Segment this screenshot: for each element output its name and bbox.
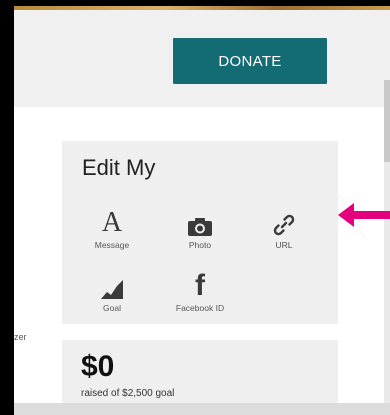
- edit-my-title: Edit My: [82, 155, 156, 180]
- letter-a-icon: A: [101, 207, 123, 238]
- edit-url-label: URL: [275, 240, 293, 250]
- edit-photo-tile[interactable]: Photo: [170, 207, 230, 257]
- edit-facebook-label: Facebook ID: [175, 303, 225, 313]
- edit-photo-label: Photo: [188, 240, 212, 250]
- link-icon: [272, 207, 296, 237]
- screenshot-frame: DONATE zer Edit My A Message Photo URL G…: [0, 0, 390, 415]
- edit-my-card: Edit My A Message Photo URL Goal f Faceb…: [62, 141, 338, 324]
- header-bar: DONATE: [14, 10, 390, 107]
- edit-url-tile[interactable]: URL: [254, 207, 314, 257]
- truncated-side-text: zer: [14, 332, 27, 342]
- page-viewport: DONATE zer Edit My A Message Photo URL G…: [14, 10, 390, 415]
- raised-of-goal-text: raised of $2,500 goal: [81, 388, 175, 399]
- edit-message-tile[interactable]: A Message: [82, 207, 142, 257]
- camera-icon: [187, 207, 213, 237]
- donate-button[interactable]: DONATE: [173, 38, 327, 84]
- goal-chart-icon: [100, 270, 124, 300]
- pointer-arrow-icon: [338, 203, 390, 227]
- scrollbar-thumb[interactable]: [384, 80, 390, 162]
- goal-progress-card: $0 raised of $2,500 goal: [62, 340, 338, 410]
- edit-facebook-tile[interactable]: f Facebook ID: [170, 270, 230, 320]
- bottom-bar: [14, 403, 390, 415]
- raised-amount: $0: [81, 350, 115, 383]
- edit-message-label: Message: [94, 240, 130, 250]
- edit-goal-label: Goal: [103, 303, 121, 313]
- facebook-icon: f: [195, 269, 205, 302]
- edit-goal-tile[interactable]: Goal: [82, 270, 142, 320]
